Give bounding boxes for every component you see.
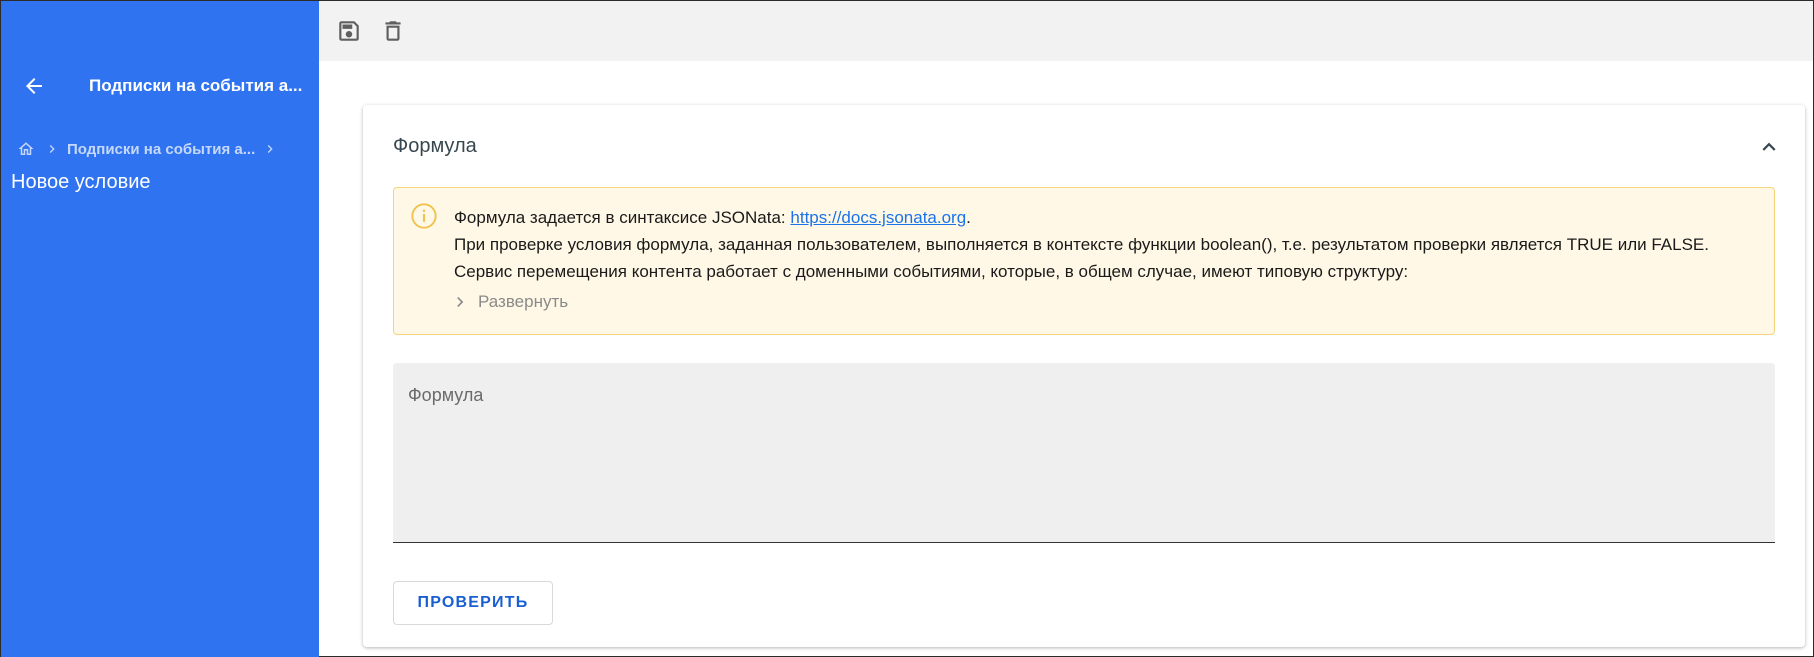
alert-line-2: При проверке условия формула, заданная п… bbox=[454, 235, 1709, 254]
formula-card: Формула Формула задается в синтаксисе JS… bbox=[363, 105, 1805, 647]
chevron-right-icon bbox=[261, 140, 279, 158]
breadcrumb-item-subscriptions[interactable]: Подписки на события а... bbox=[67, 141, 255, 158]
info-alert: Формула задается в синтаксисе JSONata: h… bbox=[393, 187, 1775, 335]
save-button[interactable] bbox=[331, 13, 367, 49]
page-title: Новое условие bbox=[11, 171, 151, 193]
back-button[interactable] bbox=[17, 69, 51, 103]
sidebar-title: Подписки на события а... bbox=[89, 76, 303, 95]
alert-text: Формула задается в синтаксисе JSONata: h… bbox=[454, 204, 1709, 285]
card-title: Формула bbox=[393, 135, 477, 157]
save-icon bbox=[339, 21, 359, 41]
chevron-right-icon bbox=[43, 140, 61, 158]
arrow-left-icon bbox=[26, 78, 42, 94]
breadcrumb: Подписки на события а... bbox=[15, 137, 279, 161]
chevron-up-icon bbox=[1762, 142, 1776, 151]
info-icon bbox=[411, 203, 437, 229]
toolbar bbox=[319, 1, 1813, 61]
chevron-right-icon bbox=[457, 297, 464, 307]
sidebar: Подписки на события а... Подписки на соб… bbox=[1, 1, 319, 657]
formula-field[interactable]: Формула bbox=[393, 363, 1775, 543]
formula-field-label: Формула bbox=[408, 385, 484, 405]
home-icon bbox=[18, 142, 34, 155]
expand-toggle[interactable]: Развернуть bbox=[450, 292, 568, 312]
formula-input[interactable] bbox=[408, 417, 1758, 527]
alert-line-1: Формула задается в синтаксисе JSONata: h… bbox=[454, 204, 1709, 231]
sidebar-header: Подписки на события а... bbox=[1, 61, 319, 111]
alert-line-1-suffix: . bbox=[966, 208, 971, 227]
breadcrumb-home[interactable] bbox=[15, 138, 37, 160]
alert-line-1-text: Формула задается в синтаксисе JSONata: bbox=[454, 208, 791, 227]
jsonata-docs-link[interactable]: https://docs.jsonata.org bbox=[790, 208, 966, 227]
alert-line-3: Сервис перемещения контента работает с д… bbox=[454, 262, 1409, 281]
delete-button[interactable] bbox=[375, 13, 411, 49]
delete-icon bbox=[385, 21, 401, 41]
check-button[interactable]: ПРОВЕРИТЬ bbox=[393, 581, 553, 625]
collapse-button[interactable] bbox=[1753, 131, 1785, 163]
expand-label: Развернуть bbox=[478, 292, 569, 311]
